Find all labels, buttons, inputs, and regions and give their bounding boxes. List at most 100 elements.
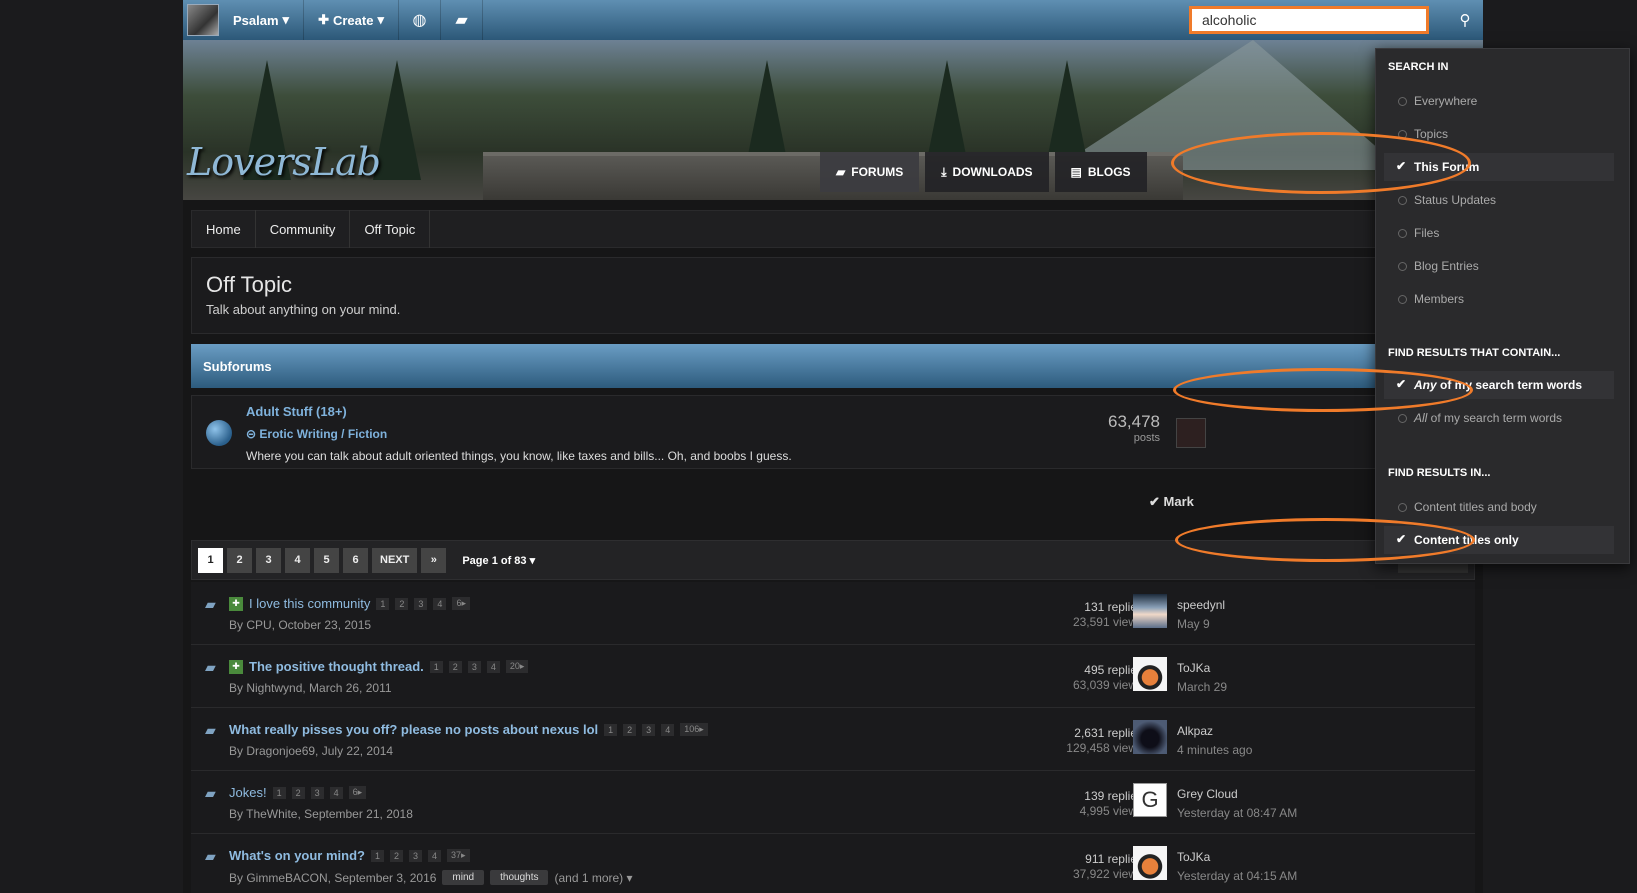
mini-page[interactable]: 4 xyxy=(486,660,500,673)
last-poster-name[interactable]: speedynl xyxy=(1177,596,1225,615)
topic-title[interactable]: What really pisses you off? please no po… xyxy=(229,722,598,737)
mini-page[interactable]: 20▸ xyxy=(505,660,529,673)
last-post-date[interactable]: May 9 xyxy=(1177,615,1225,634)
last-poster-name[interactable]: ToJKa xyxy=(1177,848,1297,867)
search-in-this-forum[interactable]: ✔ This Forum xyxy=(1384,153,1614,181)
search-in-files[interactable]: Files xyxy=(1384,219,1614,247)
tag[interactable]: thoughts xyxy=(490,870,549,885)
avatar[interactable]: G xyxy=(1133,783,1167,817)
last-poster-name[interactable]: ToJKa xyxy=(1177,659,1227,678)
breadcrumb-home[interactable]: Home xyxy=(192,210,256,248)
user-avatar[interactable] xyxy=(187,4,219,36)
last-post-date[interactable]: March 29 xyxy=(1177,678,1227,697)
circle-arrow-icon: ⊝ xyxy=(246,427,257,441)
banner-mountain xyxy=(1053,40,1403,170)
mini-page[interactable]: 2 xyxy=(390,849,404,862)
mini-page[interactable]: 4 xyxy=(433,597,447,610)
mini-page[interactable]: 106▸ xyxy=(680,723,708,736)
caret-down-icon: ▾ xyxy=(377,12,384,27)
last-post-date[interactable]: Yesterday at 08:47 AM xyxy=(1177,804,1297,823)
page-button[interactable]: 2 xyxy=(227,547,252,573)
topic-title[interactable]: What's on your mind? xyxy=(229,848,365,863)
mini-page[interactable]: 2 xyxy=(448,660,462,673)
page-button[interactable]: 5 xyxy=(314,547,339,573)
search-in-status-updates[interactable]: Status Updates xyxy=(1384,186,1614,214)
create-menu[interactable]: ✚ Create ▾ xyxy=(304,0,399,40)
topic-title[interactable]: Jokes! xyxy=(229,785,267,800)
last-page-button[interactable]: » xyxy=(421,547,447,573)
mini-page[interactable]: 1 xyxy=(272,786,286,799)
mini-page[interactable]: 4 xyxy=(428,849,442,862)
mark-read-button[interactable]: ✔ Mark xyxy=(1149,494,1194,510)
search-in-topics[interactable]: Topics xyxy=(1384,120,1614,148)
page-button[interactable]: 3 xyxy=(256,547,281,573)
search-in-header: SEARCH IN xyxy=(1388,61,1449,73)
last-post-date[interactable]: 4 minutes ago xyxy=(1177,741,1252,760)
search-in-members[interactable]: Members xyxy=(1384,285,1614,313)
avatar[interactable] xyxy=(1133,846,1167,880)
mini-page[interactable]: 3 xyxy=(414,597,428,610)
check-icon: ✔ xyxy=(1149,494,1160,509)
table-row: ▰ Jokes! 1 2 3 4 6▸ By TheWhite, September 2… xyxy=(191,771,1475,834)
avatar[interactable] xyxy=(1133,657,1167,691)
last-poster-name[interactable]: Alkpaz xyxy=(1177,722,1252,741)
mini-page[interactable]: 6▸ xyxy=(348,786,367,799)
last-poster-name[interactable]: Grey Cloud xyxy=(1177,785,1297,804)
chat-icon[interactable]: ▰ xyxy=(441,0,483,40)
forum-header: Off Topic Talk about anything on your mi… xyxy=(191,257,1475,334)
search-icon[interactable]: ⚲ xyxy=(1451,6,1479,34)
site-logo[interactable]: LoversLab xyxy=(187,140,381,184)
page-button[interactable]: 4 xyxy=(285,547,310,573)
topic-title-line: What really pisses you off? please no po… xyxy=(229,722,708,737)
breadcrumb-off-topic[interactable]: Off Topic xyxy=(350,210,431,248)
mini-page[interactable]: 1 xyxy=(370,849,384,862)
search-input[interactable]: alcoholic xyxy=(1189,6,1429,34)
mini-page[interactable]: 3 xyxy=(310,786,324,799)
mini-page[interactable]: 3 xyxy=(642,723,656,736)
avatar[interactable] xyxy=(1133,594,1167,628)
tags-more[interactable]: (and 1 more) ▾ xyxy=(554,871,632,885)
mini-page[interactable]: 2 xyxy=(395,597,409,610)
option-label: Topics xyxy=(1414,127,1449,141)
tab-forums[interactable]: ▰ FORUMS xyxy=(820,152,920,192)
page-button[interactable]: 6 xyxy=(343,547,368,573)
topic-title[interactable]: I love this community xyxy=(249,596,370,611)
globe-icon[interactable]: ◍ xyxy=(399,0,441,40)
mini-page[interactable]: 4 xyxy=(661,723,675,736)
mini-page[interactable]: 2 xyxy=(623,723,637,736)
breadcrumb-community[interactable]: Community xyxy=(256,210,351,248)
contain-all-words[interactable]: All of my search term words xyxy=(1384,404,1614,432)
mini-page[interactable]: 3 xyxy=(409,849,423,862)
contain-header: FIND RESULTS THAT CONTAIN... xyxy=(1388,347,1561,359)
last-post-date[interactable]: Yesterday at 04:15 AM xyxy=(1177,867,1297,886)
topic-list: ▰ ✚ I love this community 1 2 3 4 6▸ By CPU,… xyxy=(191,582,1475,893)
page-jump-menu[interactable]: Page 1 of 83 ▾ xyxy=(462,554,535,567)
avatar[interactable] xyxy=(1133,720,1167,754)
contain-any-words[interactable]: ✔ Any of my search term words xyxy=(1384,371,1614,399)
last-poster-avatar[interactable] xyxy=(1176,418,1206,448)
subforum-child-link[interactable]: ⊝ Erotic Writing / Fiction xyxy=(246,427,387,441)
results-in-titles-and-body[interactable]: Content titles and body xyxy=(1384,493,1614,521)
search-in-blog-entries[interactable]: Blog Entries xyxy=(1384,252,1614,280)
mini-page[interactable]: 6▸ xyxy=(452,597,470,610)
tab-blogs[interactable]: ▤ BLOGS xyxy=(1054,152,1147,192)
topic-title[interactable]: The positive thought thread. xyxy=(249,659,424,674)
mini-page[interactable]: 1 xyxy=(604,723,618,736)
mini-page[interactable]: 1 xyxy=(376,597,390,610)
mini-page[interactable]: 2 xyxy=(291,786,305,799)
mini-page[interactable]: 3 xyxy=(467,660,481,673)
mini-page[interactable]: 37▸ xyxy=(447,849,470,862)
page-button[interactable]: 1 xyxy=(198,547,223,573)
tag[interactable]: mind xyxy=(442,870,485,885)
search-in-everywhere[interactable]: Everywhere xyxy=(1384,87,1614,115)
pin-icon: ✚ xyxy=(229,596,243,611)
mini-page[interactable]: 4 xyxy=(329,786,343,799)
radio-icon xyxy=(1398,97,1407,106)
mini-page[interactable]: 1 xyxy=(429,660,443,673)
tab-downloads[interactable]: ⤓ DOWNLOADS xyxy=(925,152,1049,192)
subforum-title[interactable]: Adult Stuff (18+) xyxy=(246,404,347,419)
next-page-button[interactable]: NEXT xyxy=(372,547,418,573)
results-in-titles-only[interactable]: ✔ Content titles only xyxy=(1384,526,1614,554)
page-label: Page 1 of 83 xyxy=(462,554,527,567)
user-menu[interactable]: Psalam ▾ xyxy=(219,0,305,40)
